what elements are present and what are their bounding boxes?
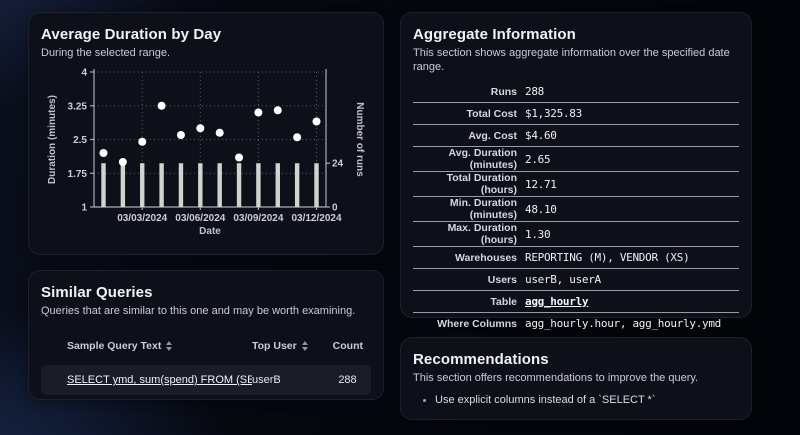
svg-text:24: 24 [332,159,344,170]
panel-subtitle: Queries that are similar to this one and… [41,305,356,317]
panel-subtitle: This section offers recommendations to i… [413,372,699,384]
aggregate-row-label: Min. Duration (minutes) [449,197,517,221]
aggregate-row-value: 288 [525,85,544,98]
panel-title: Recommendations [413,351,549,368]
svg-text:1: 1 [81,203,87,214]
aggregate-row-value: $1,325.83 [525,107,582,120]
avg-duration-panel: Average Duration by Day During the selec… [28,12,384,255]
aggregate-row-value: agg_hourly.hour, agg_hourly.ymd [525,317,721,330]
svg-text:Duration (minutes): Duration (minutes) [47,95,58,184]
aggregate-row-value: agg_hourly [525,295,739,308]
aggregate-row: Table agg_hourly [413,291,739,313]
svg-text:Number of runs: Number of runs [354,102,365,177]
aggregate-row-value: 48.10 [525,202,557,216]
avg-duration-chart: 1 1.75 2.5 3.25 4 0 24 03/03/2024 03/06/2024 03/0… [47,68,365,238]
aggregate-row: Runs 288 [413,81,739,103]
aggregate-information-panel: Aggregate Information This section shows… [400,12,752,330]
column-header-top-user[interactable]: Top User [252,340,332,352]
sort-icon[interactable] [166,341,173,351]
svg-text:2.5: 2.5 [73,135,87,146]
count-cell: 288 [338,374,357,386]
aggregate-row-value: 12.71 [525,177,557,191]
column-header-count: Count [332,340,363,352]
column-header-sample-query-text[interactable]: Sample Query Text [67,340,252,352]
svg-text:1.75: 1.75 [68,169,88,180]
similar-queries-rows: SELECT ymd, sum(spend) FROM (SELEC…userB… [41,365,371,395]
similar-queries-panel: Similar Queries Queries that are similar… [28,270,384,400]
aggregate-row: Warehouses REPORTING (M), VENDOR (XS) [413,247,739,269]
panel-title: Similar Queries [41,284,153,301]
aggregate-row-value: 2.65 [525,152,551,166]
aggregate-row-label: Max. Duration (hours) [447,222,517,246]
aggregate-row-label: Avg. Cost [468,129,517,142]
panel-subtitle: This section shows aggregate information… [413,47,730,73]
column-header-label: Top User [252,340,297,352]
aggregate-row: Avg. Duration (minutes) 2.65 [413,147,739,172]
recommendations-list: Use explicit columns instead of a `SELEC… [413,393,739,408]
panel-title: Aggregate Information [413,26,576,43]
svg-text:0: 0 [332,203,338,214]
svg-text:03/03/2024: 03/03/2024 [117,213,167,224]
aggregate-row: Users userB, userA [413,269,739,291]
aggregate-row-value: 1.30 [525,227,551,241]
svg-text:03/09/2024: 03/09/2024 [233,213,283,224]
aggregate-row-label: Warehouses [454,251,517,264]
svg-text:03/12/2024: 03/12/2024 [291,213,341,224]
aggregate-row-label: Total Cost [466,107,517,120]
aggregate-table: Runs 288 Total Cost $1,325.83 Avg. Cost $4.60… [413,81,739,334]
panel-subtitle: During the selected range. [41,47,171,59]
aggregate-row-label: Where Columns [437,317,517,330]
similar-query-row[interactable]: SELECT ymd, sum(spend) FROM (SELEC…userB… [41,365,371,395]
column-header-label: Sample Query Text [67,340,162,352]
top-user-cell: userB [252,374,281,386]
aggregate-row: Total Duration (hours) 12.71 [413,172,739,197]
query-link[interactable]: SELECT ymd, sum(spend) FROM (SELEC… [67,374,252,386]
aggregate-row-value: userB, userA [525,273,601,286]
svg-text:Date: Date [199,226,221,237]
aggregate-row-value: REPORTING (M), VENDOR (XS) [525,251,690,264]
column-header-label: Count [332,340,363,352]
similar-queries-header: Sample Query Text Top User Count [41,340,371,352]
aggregate-row: Total Cost $1,325.83 [413,103,739,125]
aggregate-row: Min. Duration (minutes) 48.10 [413,197,739,222]
aggregate-row-label: Avg. Duration (minutes) [448,147,517,171]
aggregate-row: Max. Duration (hours) 1.30 [413,222,739,247]
aggregate-row-value: $4.60 [525,129,557,142]
table-link[interactable]: agg_hourly [525,295,589,308]
aggregate-row-label: Runs [490,85,517,98]
sort-icon[interactable] [301,341,308,351]
svg-text:3.25: 3.25 [68,101,88,112]
svg-text:03/06/2024: 03/06/2024 [175,213,225,224]
dashboard-page: Average Duration by Day During the selec… [0,0,800,435]
recommendation-item: Use explicit columns instead of a `SELEC… [435,393,739,408]
aggregate-row: Avg. Cost $4.60 [413,125,739,147]
aggregate-row: Where Columns agg_hourly.hour, agg_hourly… [413,313,739,334]
aggregate-row-label: Users [487,273,517,286]
recommendations-panel: Recommendations This section offers reco… [400,337,752,420]
svg-text:4: 4 [81,68,87,79]
aggregate-row-label: Table [490,295,517,308]
panel-title: Average Duration by Day [41,26,222,43]
aggregate-row-label: Total Duration (hours) [446,172,517,196]
